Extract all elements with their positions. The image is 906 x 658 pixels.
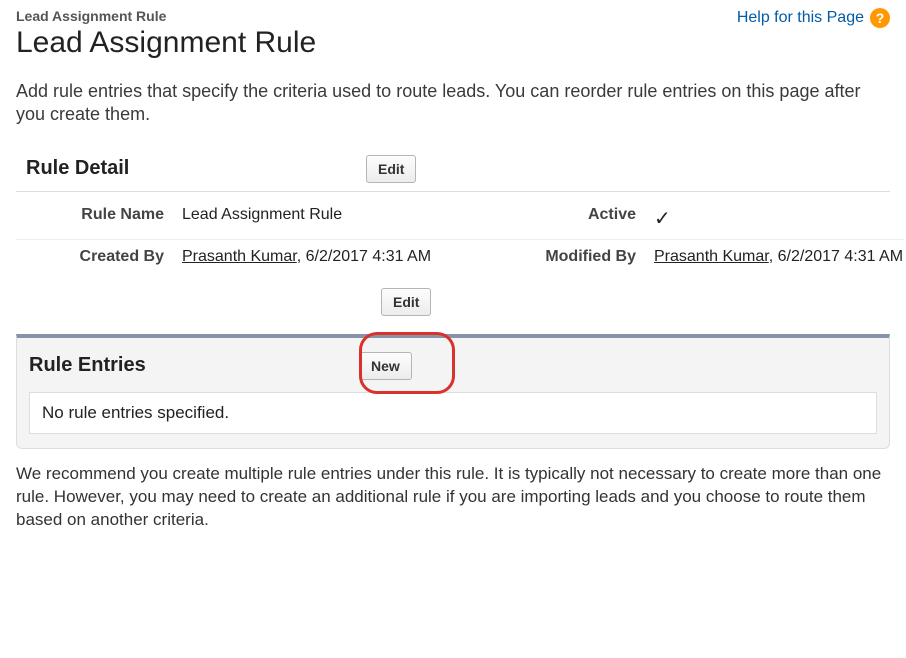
created-by-value: Prasanth Kumar, 6/2/2017 4:31 AM bbox=[182, 240, 502, 274]
rule-entries-header: Rule Entries New bbox=[17, 338, 889, 392]
created-by-user-link[interactable]: Prasanth Kumar bbox=[182, 248, 297, 265]
rule-detail-header: Rule Detail Edit bbox=[16, 155, 890, 192]
help-link-text: Help for this Page bbox=[737, 9, 864, 27]
footer-note: We recommend you create multiple rule en… bbox=[16, 463, 890, 532]
rule-detail-title: Rule Detail bbox=[16, 157, 366, 180]
rule-entries-title: Rule Entries bbox=[29, 354, 359, 377]
page-title: Lead Assignment Rule bbox=[16, 26, 316, 60]
edit-button-row-bottom: Edit bbox=[16, 288, 890, 316]
intro-text: Add rule entries that specify the criter… bbox=[16, 80, 890, 127]
edit-button-top[interactable]: Edit bbox=[366, 155, 416, 183]
modified-by-value: Prasanth Kumar, 6/2/2017 4:31 AM bbox=[654, 240, 904, 274]
active-label: Active bbox=[508, 198, 648, 239]
page-header: Lead Assignment Rule Lead Assignment Rul… bbox=[16, 8, 890, 60]
rule-name-label: Rule Name bbox=[16, 198, 176, 239]
created-by-label: Created By bbox=[16, 240, 176, 274]
help-link[interactable]: Help for this Page ? bbox=[737, 8, 890, 28]
modified-by-user-link[interactable]: Prasanth Kumar bbox=[654, 248, 769, 265]
rule-name-value: Lead Assignment Rule bbox=[182, 198, 502, 239]
edit-button-bottom[interactable]: Edit bbox=[381, 288, 431, 316]
new-button[interactable]: New bbox=[359, 352, 412, 380]
help-icon: ? bbox=[870, 8, 890, 28]
modified-by-label: Modified By bbox=[508, 240, 648, 274]
rule-entries-empty: No rule entries specified. bbox=[29, 392, 877, 434]
modified-by-timestamp: , 6/2/2017 4:31 AM bbox=[769, 248, 903, 265]
breadcrumb: Lead Assignment Rule bbox=[16, 8, 316, 24]
rule-detail-grid: Rule Name Lead Assignment Rule Active ✓ … bbox=[16, 192, 890, 280]
active-value: ✓ bbox=[654, 198, 904, 239]
rule-entries-block: Rule Entries New No rule entries specifi… bbox=[16, 334, 890, 449]
created-by-timestamp: , 6/2/2017 4:31 AM bbox=[297, 248, 431, 265]
check-icon: ✓ bbox=[654, 208, 671, 230]
